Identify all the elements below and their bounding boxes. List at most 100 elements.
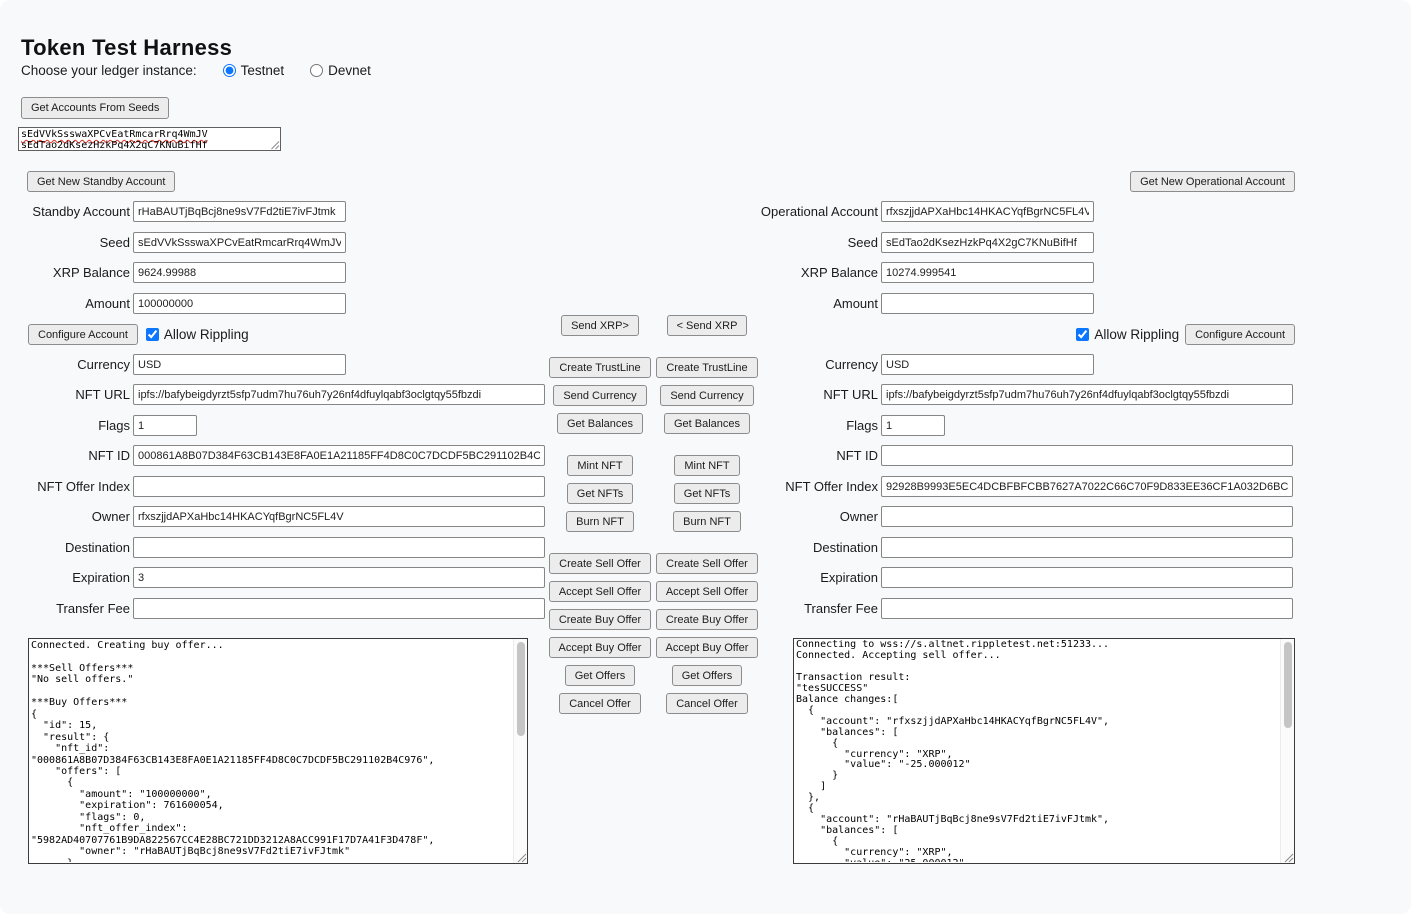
resize-grip-icon[interactable] <box>516 852 527 863</box>
standby-allow-rippling-checkbox[interactable] <box>146 328 159 341</box>
testnet-radio[interactable] <box>223 64 236 77</box>
operational-xrp-balance-input[interactable] <box>881 262 1094 283</box>
scrollbar-thumb[interactable] <box>517 642 525 736</box>
standby-burn-nft-button[interactable]: Burn NFT <box>566 511 634 532</box>
field-row: Currency <box>760 354 1094 375</box>
operational-owner-input[interactable] <box>881 506 1293 527</box>
operational-configure-account-button[interactable]: Configure Account <box>1185 324 1295 345</box>
operational-amount-input[interactable] <box>881 293 1094 314</box>
standby-get-nfts-button[interactable]: Get NFTs <box>567 483 633 504</box>
field-row: XRP Balance <box>760 262 1094 283</box>
resize-grip-icon[interactable] <box>270 140 280 150</box>
operational-nft-id-label: NFT ID <box>760 448 878 463</box>
operational-nft-id-input[interactable] <box>881 445 1293 466</box>
standby-accept-buy-offer-button[interactable]: Accept Buy Offer <box>549 637 652 658</box>
standby-destination-input[interactable] <box>133 537 545 558</box>
get-new-standby-account-button[interactable]: Get New Standby Account <box>27 171 175 192</box>
standby-flags-input[interactable] <box>133 415 197 436</box>
operational-accept-buy-offer-button[interactable]: Accept Buy Offer <box>656 637 759 658</box>
operational-create-sell-offer-button[interactable]: Create Sell Offer <box>656 553 758 574</box>
operational-cancel-offer-button[interactable]: Cancel Offer <box>666 693 748 714</box>
standby-create-buy-offer-button[interactable]: Create Buy Offer <box>549 609 651 630</box>
standby-cancel-offer-button[interactable]: Cancel Offer <box>559 693 641 714</box>
standby-create-sell-offer-button[interactable]: Create Sell Offer <box>549 553 651 574</box>
operational-currency-input[interactable] <box>881 354 1094 375</box>
field-row: Owner <box>760 506 1293 527</box>
operational-get-nfts-button[interactable]: Get NFTs <box>674 483 740 504</box>
field-row: Flags <box>28 415 197 436</box>
ledger-instance-label: Choose your ledger instance: <box>21 63 197 78</box>
standby-send-xrp-button[interactable]: Send XRP> <box>561 315 639 336</box>
get-accounts-from-seeds-button[interactable]: Get Accounts From Seeds <box>21 97 169 119</box>
standby-log-textarea[interactable]: Connected. Creating buy offer... ***Sell… <box>28 638 528 864</box>
standby-get-balances-button[interactable]: Get Balances <box>557 413 643 434</box>
operational-burn-nft-button[interactable]: Burn NFT <box>673 511 741 532</box>
page-title: Token Test Harness <box>21 35 232 61</box>
operational-create-trustline-button[interactable]: Create TrustLine <box>656 357 757 378</box>
operational-account-input[interactable] <box>881 201 1094 222</box>
field-row: Seed <box>28 232 346 253</box>
standby-configure-account-button[interactable]: Configure Account <box>28 324 138 345</box>
scrollbar-track[interactable] <box>1280 639 1294 863</box>
operational-log-textarea[interactable]: Connecting to wss://s.altnet.rippletest.… <box>793 638 1295 864</box>
standby-transfer-fee-input[interactable] <box>133 598 545 619</box>
standby-amount-label: Amount <box>28 296 130 311</box>
standby-actions-column: Send XRP> Create TrustLine Send Currency… <box>544 315 656 714</box>
seeds-textarea[interactable]: sEdVVkSsswaXPCvEatRmcarRrq4WmJV sEdTao2d… <box>18 127 281 151</box>
operational-currency-label: Currency <box>760 357 878 372</box>
operational-get-offers-button[interactable]: Get Offers <box>672 665 743 686</box>
standby-get-offers-button[interactable]: Get Offers <box>565 665 636 686</box>
operational-destination-input[interactable] <box>881 537 1293 558</box>
operational-seed-label: Seed <box>760 235 878 250</box>
standby-xrp-balance-input[interactable] <box>133 262 346 283</box>
operational-create-buy-offer-button[interactable]: Create Buy Offer <box>656 609 758 630</box>
scrollbar-track[interactable] <box>513 639 527 863</box>
standby-nft-offer-index-input[interactable] <box>133 476 545 497</box>
operational-flags-label: Flags <box>760 418 878 433</box>
standby-log-text: Connected. Creating buy offer... ***Sell… <box>31 640 513 862</box>
standby-nft-url-input[interactable] <box>133 384 545 405</box>
operational-configure-row: Allow Rippling Configure Account <box>1076 324 1295 345</box>
operational-transfer-fee-input[interactable] <box>881 598 1293 619</box>
operational-amount-label: Amount <box>760 296 878 311</box>
standby-accept-sell-offer-button[interactable]: Accept Sell Offer <box>549 581 651 602</box>
field-row: Seed <box>760 232 1094 253</box>
operational-flags-input[interactable] <box>881 415 945 436</box>
standby-nft-offer-index-label: NFT Offer Index <box>28 479 130 494</box>
field-row: Destination <box>760 537 1293 558</box>
standby-account-input[interactable] <box>133 201 346 222</box>
scrollbar-thumb[interactable] <box>1284 642 1292 728</box>
operational-seed-input[interactable] <box>881 232 1094 253</box>
standby-seed-input[interactable] <box>133 232 346 253</box>
standby-mint-nft-button[interactable]: Mint NFT <box>567 455 632 476</box>
operational-mint-nft-button[interactable]: Mint NFT <box>674 455 739 476</box>
devnet-radio-label: Devnet <box>328 63 371 78</box>
resize-grip-icon[interactable] <box>1283 852 1294 863</box>
operational-send-currency-button[interactable]: Send Currency <box>660 385 753 406</box>
standby-transfer-fee-label: Transfer Fee <box>28 601 130 616</box>
field-row: Amount <box>760 293 1094 314</box>
standby-flags-label: Flags <box>28 418 130 433</box>
operational-log-text: Connecting to wss://s.altnet.rippletest.… <box>796 640 1280 862</box>
standby-create-trustline-button[interactable]: Create TrustLine <box>549 357 650 378</box>
operational-nft-offer-index-input[interactable] <box>881 476 1293 497</box>
operational-send-xrp-button[interactable]: < Send XRP <box>667 315 748 336</box>
standby-expiration-input[interactable] <box>133 567 545 588</box>
operational-allow-rippling-checkbox[interactable] <box>1076 328 1089 341</box>
standby-currency-input[interactable] <box>133 354 346 375</box>
operational-nft-url-input[interactable] <box>881 384 1293 405</box>
operational-owner-label: Owner <box>760 509 878 524</box>
operational-get-balances-button[interactable]: Get Balances <box>664 413 750 434</box>
standby-owner-input[interactable] <box>133 506 545 527</box>
standby-nft-url-label: NFT URL <box>28 387 130 402</box>
standby-send-currency-button[interactable]: Send Currency <box>553 385 646 406</box>
standby-expiration-label: Expiration <box>28 570 130 585</box>
operational-expiration-input[interactable] <box>881 567 1293 588</box>
operational-accept-sell-offer-button[interactable]: Accept Sell Offer <box>656 581 758 602</box>
get-new-operational-account-button[interactable]: Get New Operational Account <box>1130 171 1295 192</box>
field-row: Expiration <box>28 567 545 588</box>
standby-seed-label: Seed <box>28 235 130 250</box>
standby-amount-input[interactable] <box>133 293 346 314</box>
devnet-radio[interactable] <box>310 64 323 77</box>
standby-nft-id-input[interactable] <box>133 445 545 466</box>
